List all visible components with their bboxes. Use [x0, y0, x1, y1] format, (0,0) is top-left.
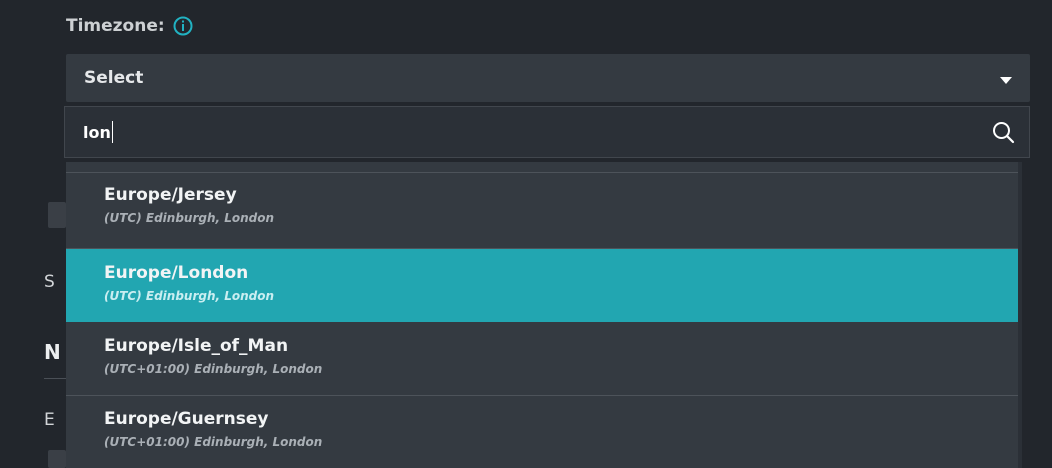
- search-icon[interactable]: [991, 120, 1015, 144]
- timezone-option-europe-isle-of-man[interactable]: Europe/Isle_of_Man (UTC+01:00) Edinburgh…: [66, 322, 1018, 396]
- timezone-label-row: Timezone:: [66, 14, 193, 38]
- results-divider: [66, 172, 1018, 173]
- background-divider: [44, 378, 66, 379]
- info-icon[interactable]: [173, 16, 193, 36]
- background-heading-fragment: N: [44, 340, 61, 364]
- option-title: Europe/London: [104, 263, 249, 283]
- timezone-select-value: Select: [84, 68, 144, 88]
- caret-down-icon[interactable]: [1000, 76, 1012, 84]
- timezone-label: Timezone:: [66, 16, 165, 36]
- background-checkbox: [48, 202, 66, 228]
- option-title: Europe/Jersey: [104, 185, 237, 205]
- timezone-option-europe-jersey[interactable]: Europe/Jersey (UTC) Edinburgh, London: [66, 184, 1018, 249]
- option-title: Europe/Isle_of_Man: [104, 336, 289, 356]
- option-subtitle: (UTC+01:00) Edinburgh, London: [104, 435, 323, 449]
- option-title: Europe/Guernsey: [104, 409, 269, 429]
- background-input-fragment: [48, 450, 66, 468]
- timezone-select[interactable]: Select: [66, 54, 1030, 102]
- search-query: lon: [83, 121, 113, 143]
- timezone-search-input[interactable]: lon: [64, 106, 1030, 158]
- timezone-option-europe-guernsey[interactable]: Europe/Guernsey (UTC+01:00) Edinburgh, L…: [66, 398, 1018, 468]
- timezone-results-list: Europe/Jersey (UTC) Edinburgh, London Eu…: [66, 162, 1018, 468]
- option-subtitle: (UTC) Edinburgh, London: [104, 211, 275, 225]
- background-text-fragment: S: [44, 272, 55, 292]
- text-cursor: [111, 121, 113, 143]
- option-subtitle: (UTC+01:00) Edinburgh, London: [104, 362, 323, 376]
- search-query-text: lon: [83, 122, 111, 142]
- background-text-fragment: E: [44, 410, 55, 430]
- results-scrollbar[interactable]: [1018, 162, 1022, 468]
- option-subtitle: (UTC) Edinburgh, London: [104, 289, 275, 303]
- timezone-option-europe-london[interactable]: Europe/London (UTC) Edinburgh, London: [66, 249, 1018, 322]
